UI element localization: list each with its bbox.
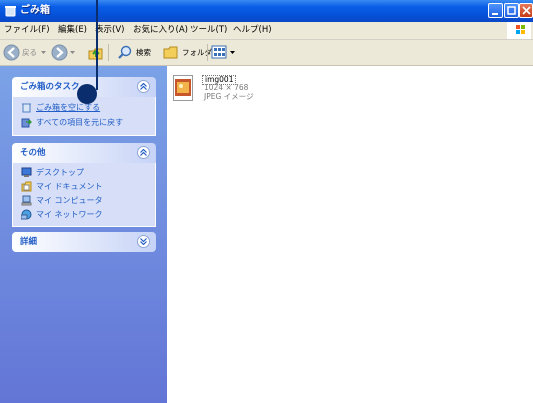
chevron-up-icon (140, 149, 147, 156)
panel-body: デスクトップ マイ ドキュメント マイ コンピュータ マイ ネットワーク (12, 163, 156, 227)
close-button[interactable] (519, 3, 533, 18)
restore-all-icon (21, 118, 32, 128)
my-network-icon (21, 209, 32, 220)
title-bar[interactable]: ごみ箱 (0, 0, 533, 22)
file-item[interactable]: img001 1024 × 768 JPEG イメージ (167, 66, 267, 111)
place-label: マイ コンピュータ (36, 196, 103, 205)
empty-recycle-bin-icon (22, 103, 31, 113)
back-arrow-icon[interactable] (3, 44, 20, 61)
window-title: ごみ箱 (20, 5, 50, 16)
task-label: ごみ箱を空にする (36, 103, 101, 112)
jpeg-image-icon (173, 75, 193, 101)
toolbar: 戻る 検索 フォルダ (0, 40, 533, 66)
chevron-down-icon (140, 238, 147, 245)
back-dropdown-icon[interactable] (41, 51, 46, 55)
collapse-button[interactable] (137, 146, 150, 159)
desktop-icon (21, 167, 32, 177)
other-places-panel: その他 デスクトップ マイ ドキュメント マイ コンピュータ マイ ネットワーク (12, 143, 156, 227)
windows-flag-icon (516, 25, 525, 34)
place-label: デスクトップ (36, 168, 84, 177)
folders-icon[interactable] (163, 45, 179, 61)
views-icon[interactable] (211, 45, 228, 60)
callout-line (96, 0, 98, 90)
menu-file[interactable]: ファイル(F) (4, 25, 50, 36)
maximize-button[interactable] (504, 3, 519, 18)
menu-tools[interactable]: ツール(T) (190, 25, 227, 36)
panel-title: その他 (20, 148, 46, 158)
my-documents-icon (21, 181, 32, 192)
windows-logo (507, 22, 531, 39)
forward-arrow-icon[interactable] (51, 44, 68, 61)
maximize-icon (507, 6, 516, 15)
forward-dropdown-icon[interactable] (70, 51, 75, 55)
place-label: マイ ドキュメント (36, 182, 103, 191)
file-type: JPEG イメージ (204, 92, 254, 101)
menu-bar: ファイル(F) 編集(E) 表示(V) お気に入り(A) ツール(T) ヘルプ(… (0, 22, 533, 40)
details-panel: 詳細 (12, 232, 156, 252)
minimize-icon (492, 13, 498, 15)
collapse-button[interactable] (137, 80, 150, 93)
toolbar-separator (108, 44, 109, 61)
menu-edit[interactable]: 編集(E) (58, 25, 87, 36)
panel-title: 詳細 (20, 237, 38, 247)
callout-marker (77, 84, 97, 104)
explorer-window: ごみ箱 ファイル(F) 編集(E) 表示(V) お気に入り(A) ツール(T) … (0, 0, 533, 403)
close-icon (522, 6, 531, 15)
panel-header[interactable]: 詳細 (12, 232, 156, 252)
search-icon[interactable] (117, 45, 133, 61)
menu-favorites[interactable]: お気に入り(A) (133, 25, 188, 36)
expand-button[interactable] (137, 235, 150, 248)
recycle-bin-icon (5, 6, 16, 17)
back-button-label[interactable]: 戻る (22, 48, 37, 58)
search-button-label[interactable]: 検索 (136, 48, 151, 58)
minimize-button[interactable] (488, 3, 503, 18)
task-label: すべての項目を元に戻す (36, 118, 124, 127)
panel-header[interactable]: その他 (12, 143, 156, 163)
chevron-up-icon (140, 83, 147, 90)
task-pane: ごみ箱のタスク ごみ箱を空にする すべての項目を元に戻す その他 デスクトップ … (0, 66, 167, 403)
menu-help[interactable]: ヘルプ(H) (233, 25, 272, 36)
file-dimensions: 1024 × 768 (204, 83, 249, 92)
toolbar-separator (207, 44, 208, 61)
place-label: マイ ネットワーク (36, 210, 103, 219)
views-dropdown-icon[interactable] (230, 51, 235, 55)
file-list-area[interactable]: img001 1024 × 768 JPEG イメージ (167, 66, 533, 403)
panel-title: ごみ箱のタスク (20, 82, 80, 92)
my-computer-icon (21, 195, 32, 206)
menu-view[interactable]: 表示(V) (95, 25, 124, 36)
